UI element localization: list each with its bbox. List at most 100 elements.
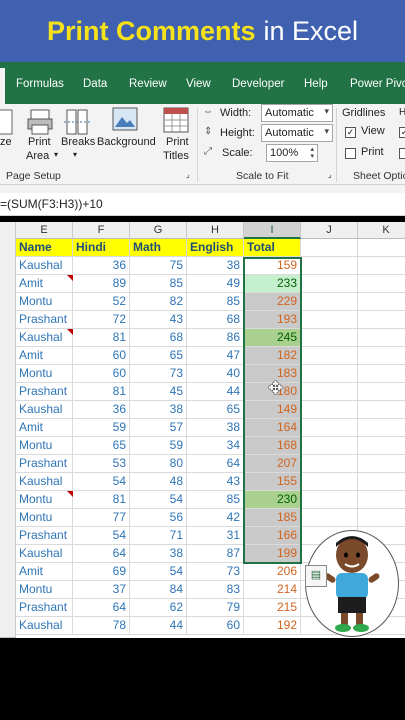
score-cell[interactable]: 40 (187, 365, 244, 383)
total-cell[interactable]: 193 (244, 311, 301, 329)
score-cell[interactable]: 54 (73, 473, 130, 491)
header-cell-total[interactable]: Total (244, 239, 301, 257)
empty-cell[interactable] (301, 257, 358, 275)
name-cell[interactable]: Montu (16, 491, 73, 509)
total-cell[interactable]: 233 (244, 275, 301, 293)
empty-cell[interactable] (301, 383, 358, 401)
total-cell[interactable]: 192 (244, 617, 301, 635)
score-cell[interactable]: 75 (130, 257, 187, 275)
column-header-e[interactable]: E (16, 222, 73, 239)
score-cell[interactable]: 65 (73, 437, 130, 455)
empty-cell[interactable] (358, 473, 405, 491)
score-cell[interactable]: 54 (73, 527, 130, 545)
size-icon[interactable] (0, 108, 14, 136)
score-cell[interactable]: 78 (73, 617, 130, 635)
score-cell[interactable]: 65 (130, 347, 187, 365)
empty-cell[interactable] (301, 329, 358, 347)
name-cell[interactable]: Kaushal (16, 401, 73, 419)
score-cell[interactable]: 85 (187, 491, 244, 509)
score-cell[interactable]: 37 (73, 581, 130, 599)
scale-spinner[interactable]: 100% ▴ ▾ (266, 144, 318, 162)
tab-view[interactable]: View (186, 78, 211, 90)
height-dropdown[interactable]: Automatic ▾ (261, 124, 333, 142)
breaks-chevron-down-icon[interactable]: ▾ (73, 150, 77, 159)
background-label[interactable]: Background (97, 136, 156, 148)
score-cell[interactable]: 86 (187, 329, 244, 347)
breaks-icon[interactable] (64, 108, 90, 136)
total-cell[interactable]: 206 (244, 563, 301, 581)
empty-cell[interactable] (301, 437, 358, 455)
score-cell[interactable]: 52 (73, 293, 130, 311)
total-cell[interactable]: 166 (244, 527, 301, 545)
total-cell[interactable]: 230 (244, 491, 301, 509)
score-cell[interactable]: 42 (187, 509, 244, 527)
comment-indicator-icon[interactable] (67, 329, 73, 335)
score-cell[interactable]: 59 (73, 419, 130, 437)
tab-formulas[interactable]: Formulas (16, 78, 64, 90)
tab-power-pivot[interactable]: Power Pivot (350, 78, 405, 90)
score-cell[interactable]: 60 (73, 347, 130, 365)
tab-review[interactable]: Review (129, 78, 167, 90)
column-header-g[interactable]: G (130, 222, 187, 239)
tab-help[interactable]: Help (304, 78, 328, 90)
width-dropdown[interactable]: Automatic ▾ (261, 104, 333, 122)
comment-indicator-icon[interactable] (67, 491, 73, 497)
empty-cell[interactable] (358, 455, 405, 473)
score-cell[interactable]: 44 (187, 383, 244, 401)
print-titles-label-2[interactable]: Titles (163, 150, 189, 162)
total-cell[interactable]: 185 (244, 509, 301, 527)
name-cell[interactable]: Kaushal (16, 473, 73, 491)
column-header-f[interactable]: F (73, 222, 130, 239)
total-cell[interactable]: 182 (244, 347, 301, 365)
name-cell[interactable]: Kaushal (16, 617, 73, 635)
score-cell[interactable]: 89 (73, 275, 130, 293)
empty-cell[interactable] (358, 383, 405, 401)
background-icon[interactable] (112, 107, 138, 133)
gridlines-view-label[interactable]: View (361, 125, 385, 137)
empty-cell[interactable] (301, 275, 358, 293)
header-cell-english[interactable]: English (187, 239, 244, 257)
empty-cell[interactable] (301, 491, 358, 509)
name-cell[interactable]: Kaushal (16, 257, 73, 275)
score-cell[interactable]: 54 (130, 491, 187, 509)
score-cell[interactable]: 84 (130, 581, 187, 599)
score-cell[interactable]: 64 (187, 455, 244, 473)
print-area-icon[interactable] (27, 108, 53, 136)
name-cell[interactable]: Montu (16, 581, 73, 599)
score-cell[interactable]: 36 (73, 401, 130, 419)
score-cell[interactable]: 49 (187, 275, 244, 293)
empty-cell[interactable] (358, 491, 405, 509)
empty-cell[interactable] (358, 275, 405, 293)
name-cell[interactable]: Amit (16, 563, 73, 581)
score-cell[interactable]: 57 (130, 419, 187, 437)
score-cell[interactable]: 64 (73, 599, 130, 617)
score-cell[interactable]: 62 (130, 599, 187, 617)
total-cell[interactable]: 159 (244, 257, 301, 275)
total-cell[interactable]: 168 (244, 437, 301, 455)
gridlines-print-checkbox[interactable] (345, 148, 356, 159)
score-cell[interactable]: 79 (187, 599, 244, 617)
score-cell[interactable]: 47 (187, 347, 244, 365)
name-cell[interactable]: Montu (16, 437, 73, 455)
score-cell[interactable]: 68 (187, 311, 244, 329)
print-titles-label[interactable]: Print (166, 136, 189, 148)
name-cell[interactable]: Prashant (16, 599, 73, 617)
formula-bar[interactable]: =(SUM(F3:H3))+10 (0, 193, 405, 216)
column-header-j[interactable]: J (301, 222, 358, 239)
empty-cell[interactable] (301, 473, 358, 491)
score-cell[interactable]: 43 (130, 311, 187, 329)
name-cell[interactable]: Amit (16, 275, 73, 293)
total-cell[interactable]: 164 (244, 419, 301, 437)
score-cell[interactable]: 43 (187, 473, 244, 491)
score-cell[interactable]: 81 (73, 383, 130, 401)
score-cell[interactable]: 38 (187, 257, 244, 275)
score-cell[interactable]: 72 (73, 311, 130, 329)
name-cell[interactable]: Prashant (16, 527, 73, 545)
print-area-label-2[interactable]: Area (26, 150, 49, 162)
score-cell[interactable]: 83 (187, 581, 244, 599)
empty-cell[interactable] (358, 329, 405, 347)
empty-cell[interactable] (358, 239, 405, 257)
header-cell-hindi[interactable]: Hindi (73, 239, 130, 257)
column-header-k[interactable]: K (358, 222, 405, 239)
score-cell[interactable]: 60 (187, 617, 244, 635)
